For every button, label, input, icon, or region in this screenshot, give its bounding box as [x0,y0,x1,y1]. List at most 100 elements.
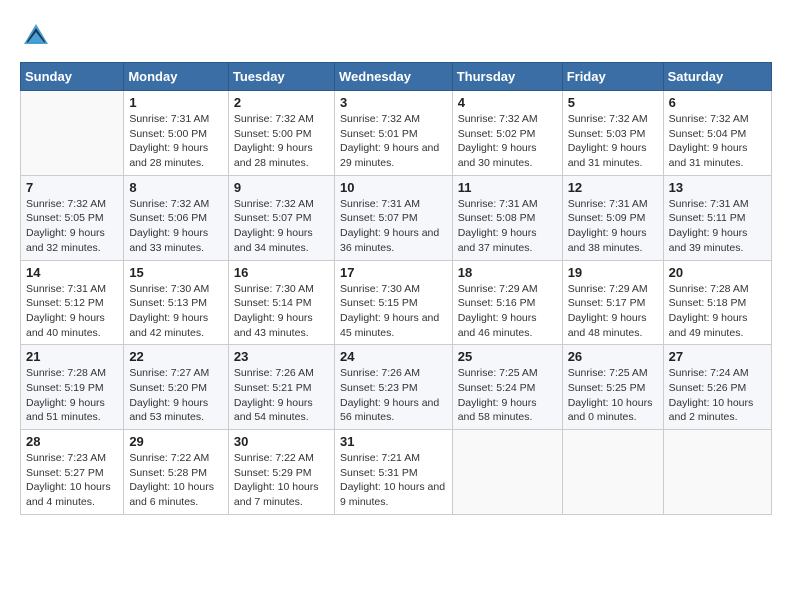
day-info: Sunrise: 7:31 AMSunset: 5:11 PMDaylight:… [669,197,766,256]
day-number: 25 [458,349,557,364]
weekday-header-row: SundayMondayTuesdayWednesdayThursdayFrid… [21,63,772,91]
day-number: 16 [234,265,329,280]
day-info: Sunrise: 7:29 AMSunset: 5:17 PMDaylight:… [568,282,658,341]
calendar-cell: 24 Sunrise: 7:26 AMSunset: 5:23 PMDayligh… [334,345,452,430]
calendar-cell: 29 Sunrise: 7:22 AMSunset: 5:28 PMDayligh… [124,430,229,515]
calendar-cell: 9 Sunrise: 7:32 AMSunset: 5:07 PMDaylight… [228,175,334,260]
day-info: Sunrise: 7:32 AMSunset: 5:03 PMDaylight:… [568,112,658,171]
day-info: Sunrise: 7:32 AMSunset: 5:01 PMDaylight:… [340,112,447,171]
calendar-cell: 20 Sunrise: 7:28 AMSunset: 5:18 PMDayligh… [663,260,771,345]
day-number: 31 [340,434,447,449]
day-number: 15 [129,265,223,280]
day-number: 29 [129,434,223,449]
day-info: Sunrise: 7:30 AMSunset: 5:14 PMDaylight:… [234,282,329,341]
day-number: 26 [568,349,658,364]
day-info: Sunrise: 7:25 AMSunset: 5:25 PMDaylight:… [568,366,658,425]
day-info: Sunrise: 7:30 AMSunset: 5:13 PMDaylight:… [129,282,223,341]
calendar-week-row: 28 Sunrise: 7:23 AMSunset: 5:27 PMDayligh… [21,430,772,515]
calendar-cell: 21 Sunrise: 7:28 AMSunset: 5:19 PMDayligh… [21,345,124,430]
day-number: 22 [129,349,223,364]
day-info: Sunrise: 7:28 AMSunset: 5:18 PMDaylight:… [669,282,766,341]
calendar-cell: 30 Sunrise: 7:22 AMSunset: 5:29 PMDayligh… [228,430,334,515]
calendar-cell: 27Sunrise: 7:24 AMSunset: 5:26 PMDayligh… [663,345,771,430]
calendar-cell: 18Sunrise: 7:29 AMSunset: 5:16 PMDayligh… [452,260,562,345]
logo [20,20,56,52]
weekday-header: Wednesday [334,63,452,91]
day-info: Sunrise: 7:32 AMSunset: 5:05 PMDaylight:… [26,197,118,256]
calendar-cell [562,430,663,515]
day-number: 19 [568,265,658,280]
weekday-header: Thursday [452,63,562,91]
calendar-table: SundayMondayTuesdayWednesdayThursdayFrid… [20,62,772,515]
day-info: Sunrise: 7:23 AMSunset: 5:27 PMDaylight:… [26,451,118,510]
day-number: 20 [669,265,766,280]
weekday-header: Tuesday [228,63,334,91]
day-number: 1 [129,95,223,110]
weekday-header: Monday [124,63,229,91]
calendar-cell: 25 Sunrise: 7:25 AMSunset: 5:24 PMDayligh… [452,345,562,430]
calendar-cell: 31 Sunrise: 7:21 AMSunset: 5:31 PMDayligh… [334,430,452,515]
calendar-cell: 2 Sunrise: 7:32 AMSunset: 5:00 PMDaylight… [228,91,334,176]
day-number: 17 [340,265,447,280]
day-number: 6 [669,95,766,110]
day-info: Sunrise: 7:26 AMSunset: 5:21 PMDaylight:… [234,366,329,425]
day-number: 5 [568,95,658,110]
calendar-cell: 1 Sunrise: 7:31 AMSunset: 5:00 PMDaylight… [124,91,229,176]
day-number: 8 [129,180,223,195]
calendar-week-row: 1 Sunrise: 7:31 AMSunset: 5:00 PMDaylight… [21,91,772,176]
day-info: Sunrise: 7:31 AMSunset: 5:12 PMDaylight:… [26,282,118,341]
day-info: Sunrise: 7:32 AMSunset: 5:07 PMDaylight:… [234,197,329,256]
day-number: 2 [234,95,329,110]
day-number: 14 [26,265,118,280]
day-number: 21 [26,349,118,364]
weekday-header: Sunday [21,63,124,91]
weekday-header: Saturday [663,63,771,91]
day-number: 4 [458,95,557,110]
day-info: Sunrise: 7:22 AMSunset: 5:28 PMDaylight:… [129,451,223,510]
day-number: 9 [234,180,329,195]
day-number: 30 [234,434,329,449]
calendar-cell: 16 Sunrise: 7:30 AMSunset: 5:14 PMDayligh… [228,260,334,345]
calendar-cell [663,430,771,515]
calendar-cell: 5 Sunrise: 7:32 AMSunset: 5:03 PMDaylight… [562,91,663,176]
day-info: Sunrise: 7:32 AMSunset: 5:00 PMDaylight:… [234,112,329,171]
calendar-cell: 14 Sunrise: 7:31 AMSunset: 5:12 PMDayligh… [21,260,124,345]
day-number: 28 [26,434,118,449]
day-info: Sunrise: 7:27 AMSunset: 5:20 PMDaylight:… [129,366,223,425]
logo-icon [20,20,52,52]
calendar-cell: 4 Sunrise: 7:32 AMSunset: 5:02 PMDaylight… [452,91,562,176]
day-info: Sunrise: 7:31 AMSunset: 5:09 PMDaylight:… [568,197,658,256]
day-info: Sunrise: 7:26 AMSunset: 5:23 PMDaylight:… [340,366,447,425]
day-info: Sunrise: 7:32 AMSunset: 5:02 PMDaylight:… [458,112,557,171]
calendar-cell: 15 Sunrise: 7:30 AMSunset: 5:13 PMDayligh… [124,260,229,345]
calendar-cell: 26 Sunrise: 7:25 AMSunset: 5:25 PMDayligh… [562,345,663,430]
day-info: Sunrise: 7:30 AMSunset: 5:15 PMDaylight:… [340,282,447,341]
calendar-cell: 6 Sunrise: 7:32 AMSunset: 5:04 PMDaylight… [663,91,771,176]
day-number: 13 [669,180,766,195]
day-info: Sunrise: 7:31 AMSunset: 5:00 PMDaylight:… [129,112,223,171]
calendar-cell: 12 Sunrise: 7:31 AMSunset: 5:09 PMDayligh… [562,175,663,260]
day-info: Sunrise: 7:32 AMSunset: 5:06 PMDaylight:… [129,197,223,256]
calendar-cell: 8 Sunrise: 7:32 AMSunset: 5:06 PMDaylight… [124,175,229,260]
calendar-week-row: 21 Sunrise: 7:28 AMSunset: 5:19 PMDayligh… [21,345,772,430]
day-info: Sunrise: 7:24 AMSunset: 5:26 PMDaylight:… [669,366,766,425]
calendar-cell: 19 Sunrise: 7:29 AMSunset: 5:17 PMDayligh… [562,260,663,345]
calendar-cell: 7 Sunrise: 7:32 AMSunset: 5:05 PMDaylight… [21,175,124,260]
calendar-cell: 3 Sunrise: 7:32 AMSunset: 5:01 PMDaylight… [334,91,452,176]
day-info: Sunrise: 7:22 AMSunset: 5:29 PMDaylight:… [234,451,329,510]
day-number: 3 [340,95,447,110]
calendar-cell: 23Sunrise: 7:26 AMSunset: 5:21 PMDayligh… [228,345,334,430]
day-info: Sunrise: 7:32 AMSunset: 5:04 PMDaylight:… [669,112,766,171]
day-info: Sunrise: 7:28 AMSunset: 5:19 PMDaylight:… [26,366,118,425]
day-info: Sunrise: 7:31 AMSunset: 5:07 PMDaylight:… [340,197,447,256]
day-number: 12 [568,180,658,195]
calendar-cell: 28 Sunrise: 7:23 AMSunset: 5:27 PMDayligh… [21,430,124,515]
day-number: 7 [26,180,118,195]
day-number: 18 [458,265,557,280]
page-header [20,20,772,52]
calendar-cell: 13 Sunrise: 7:31 AMSunset: 5:11 PMDayligh… [663,175,771,260]
day-info: Sunrise: 7:25 AMSunset: 5:24 PMDaylight:… [458,366,557,425]
day-number: 24 [340,349,447,364]
day-number: 10 [340,180,447,195]
day-info: Sunrise: 7:21 AMSunset: 5:31 PMDaylight:… [340,451,447,510]
